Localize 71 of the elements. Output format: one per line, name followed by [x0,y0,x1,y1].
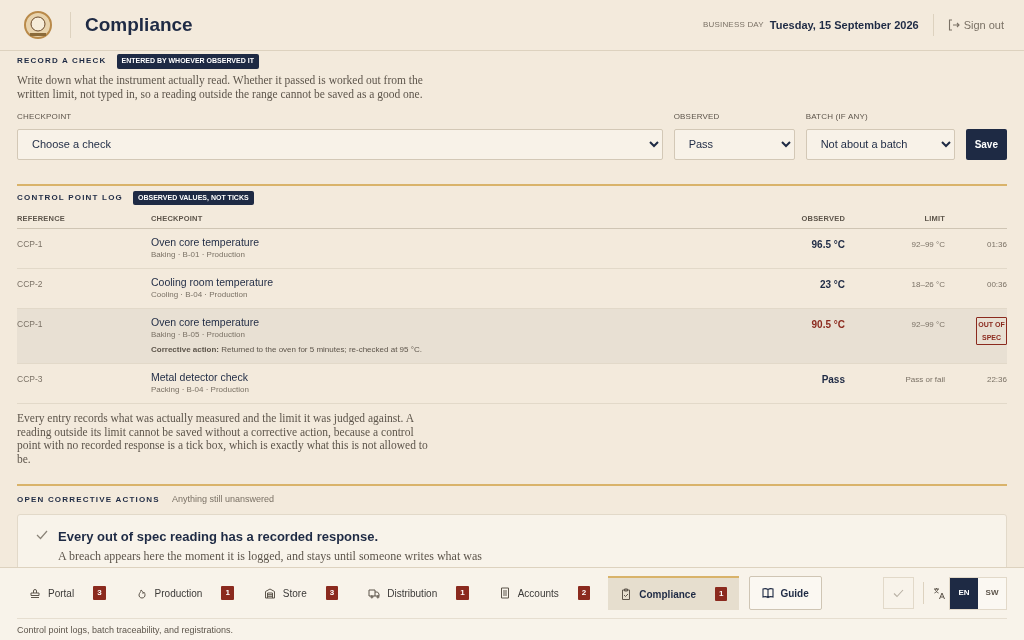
section-heading: CONTROL POINT LOG [17,191,124,204]
time-value: 01:36 [986,240,1007,249]
count-badge: 1 [221,586,234,600]
count-badge: 1 [714,587,728,601]
reference-cell: CCP-3 [17,374,43,384]
limit-value: 18–26 °C [911,280,945,289]
save-button[interactable]: Save [965,128,1007,160]
translate-icon [933,586,945,600]
stamp-icon [29,587,41,599]
checkpoint-name: Oven core temperature [151,316,260,329]
business-day-label: BUSINESS DAY [702,19,764,31]
field-label: BATCH (IF ANY) [805,110,869,123]
time-value: 22:36 [986,375,1007,384]
time-value: 00:36 [986,280,1007,289]
explanation-text: Every entry records what was actually measured and the limit it was judged against. A reading outside its limit cannot be saved without a corrective action, because a control point with no recorded response is a tick box, which is exactly what this is not allowed to be. [17,412,429,466]
check-icon [36,529,48,540]
sign-out-icon [947,19,960,31]
status-message: Every out of spec reading has a recorded response. [58,527,380,546]
checkpoint-detail: Cooling · B-04 · Production [151,290,249,300]
checkpoint-name: Oven core temperature [151,236,260,249]
reference-cell: CCP-1 [17,319,43,329]
checkpoint-detail: Packing · B-04 · Production [151,385,250,395]
nav-tab[interactable]: Distribution 1 [356,576,481,610]
confirm-button[interactable] [883,577,914,609]
guide-button[interactable]: Guide [749,576,822,610]
language-option[interactable]: SW [978,577,1006,609]
reference-cell: CCP-1 [17,239,43,249]
truck-icon [368,587,381,599]
status-explanation: A breach appears here the moment it is logged, and stays until someone writes what was [58,548,482,565]
language-option[interactable]: EN [950,577,978,609]
footer-text: Control point logs, batch traceability, and registrations. [17,625,233,635]
checkpoint-name: Metal detector check [151,371,249,384]
warehouse-icon [263,587,276,599]
observed-value: 23 °C [819,279,845,290]
section-heading: OPEN CORRECTIVE ACTIONS [17,493,160,506]
dropdown-field[interactable]: Pass [673,128,795,160]
nav-tab[interactable]: Accounts 2 [486,576,603,610]
page-title: Compliance [85,12,193,37]
checkpoint-detail: Baking · B-05 · Production [151,330,246,340]
count-badge: 2 [577,586,591,600]
instructions-text: Write down what the instrument actually read. Whether it passed is worked out from the written limit, not typed in, so a reading outside the range cannot be saved as a good one. [17,72,424,101]
corrective-action-text: Corrective action: Returned to the oven for 5 minutes; re-checked at 95 °C. [151,345,423,355]
observed-value: Pass [821,374,845,385]
sign-out-button[interactable]: Sign out [947,16,1004,34]
count-badge: 1 [456,586,469,600]
nav-tab[interactable]: Production 1 [123,576,246,610]
clipboard-icon [620,588,633,600]
count-badge: 3 [325,586,339,600]
checkpoint-detail: Baking · B-01 · Production [151,250,246,260]
document-icon [498,587,511,599]
section-heading: RECORD A CHECK [17,55,107,68]
check-icon [893,588,904,598]
count-badge: 3 [93,586,106,600]
observed-value: 90.5 °C [811,319,845,330]
observed-value: 96.5 °C [811,239,845,250]
flame-icon [135,587,148,599]
limit-value: 92–99 °C [911,240,945,249]
field-label: CHECKPOINT [17,110,73,123]
field-label: OBSERVED [673,110,721,123]
dropdown-field[interactable]: Not about a batch [805,128,955,160]
reference-cell: CCP-2 [17,279,43,289]
nav-tab[interactable]: Compliance 1 [608,576,740,610]
business-day-date: Tuesday, 15 September 2026 [769,17,919,33]
nav-tab[interactable]: Store 3 [251,576,351,610]
nav-tab[interactable]: Portal 3 [17,576,118,610]
section-subtitle: Anything still unanswered [171,493,274,506]
dropdown-field[interactable]: Choose a check [17,128,663,160]
book-icon [762,587,775,599]
limit-value: 92–99 °C [911,320,945,329]
checkpoint-name: Cooling room temperature [151,276,274,289]
limit-value: Pass or fail [905,375,945,384]
